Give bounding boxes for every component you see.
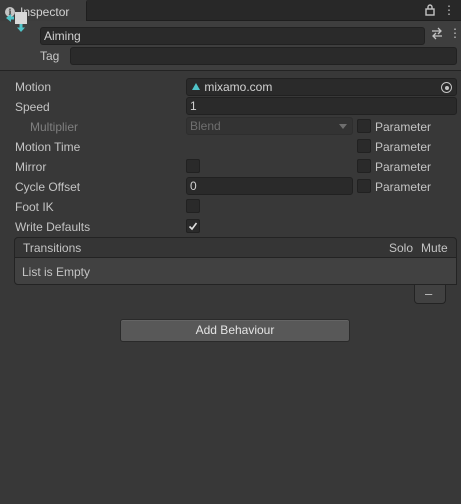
speed-input[interactable]: 1 xyxy=(186,97,457,115)
multiplier-dropdown: Blend xyxy=(186,117,353,135)
motion-label: Motion xyxy=(15,80,52,94)
motion-field[interactable]: mixamo.com xyxy=(186,78,457,96)
header-menu-icon[interactable]: ⋮ xyxy=(449,26,461,40)
solo-column-label: Solo xyxy=(389,241,414,255)
transitions-list-footer: – xyxy=(414,285,446,304)
chevron-down-icon xyxy=(339,124,347,129)
animation-clip-icon xyxy=(192,83,200,90)
cycle-offset-label: Cycle Offset xyxy=(15,180,81,194)
mirror-parameter-label: Parameter xyxy=(375,160,432,174)
object-picker-icon[interactable] xyxy=(441,82,452,93)
write-defaults-checkbox[interactable] xyxy=(186,219,200,233)
tab-menu-icon[interactable]: ⋮ xyxy=(443,3,455,17)
list-empty-text: List is Empty xyxy=(22,265,91,279)
multiplier-label: Multiplier xyxy=(30,120,79,134)
tag-label: Tag xyxy=(40,49,60,63)
lock-icon[interactable] xyxy=(424,3,436,17)
foot-ik-checkbox[interactable] xyxy=(186,199,200,213)
cycle-offset-parameter-label: Parameter xyxy=(375,180,432,194)
motion-value: mixamo.com xyxy=(204,80,273,94)
state-name-input[interactable]: Aiming xyxy=(40,27,425,45)
tag-field[interactable] xyxy=(70,47,457,65)
preset-icon[interactable] xyxy=(431,26,443,40)
add-behaviour-button[interactable]: Add Behaviour xyxy=(120,319,350,342)
multiplier-parameter-label: Parameter xyxy=(375,120,432,134)
transitions-list-header: Transitions Solo Mute xyxy=(14,237,457,257)
cycle-offset-input[interactable]: 0 xyxy=(186,177,353,195)
multiplier-parameter-checkbox[interactable] xyxy=(357,119,371,133)
transitions-title: Transitions xyxy=(23,241,82,255)
foot-ik-label: Foot IK xyxy=(15,200,54,214)
cycle-offset-parameter-checkbox[interactable] xyxy=(357,179,371,193)
mirror-checkbox[interactable] xyxy=(186,159,200,173)
speed-label: Speed xyxy=(15,100,50,114)
animator-state-icon xyxy=(5,8,29,34)
mute-column-label: Mute xyxy=(421,241,448,255)
mirror-parameter-checkbox[interactable] xyxy=(357,159,371,173)
motion-time-parameter-label: Parameter xyxy=(375,140,432,154)
transitions-list-body: List is Empty xyxy=(14,257,457,285)
mirror-label: Mirror xyxy=(15,160,47,174)
write-defaults-label: Write Defaults xyxy=(15,220,91,234)
remove-transition-button[interactable]: – xyxy=(425,286,432,301)
motion-time-parameter-checkbox[interactable] xyxy=(357,139,371,153)
multiplier-value: Blend xyxy=(190,119,221,133)
checkmark-icon xyxy=(188,222,198,231)
motion-time-label: Motion Time xyxy=(15,140,81,154)
